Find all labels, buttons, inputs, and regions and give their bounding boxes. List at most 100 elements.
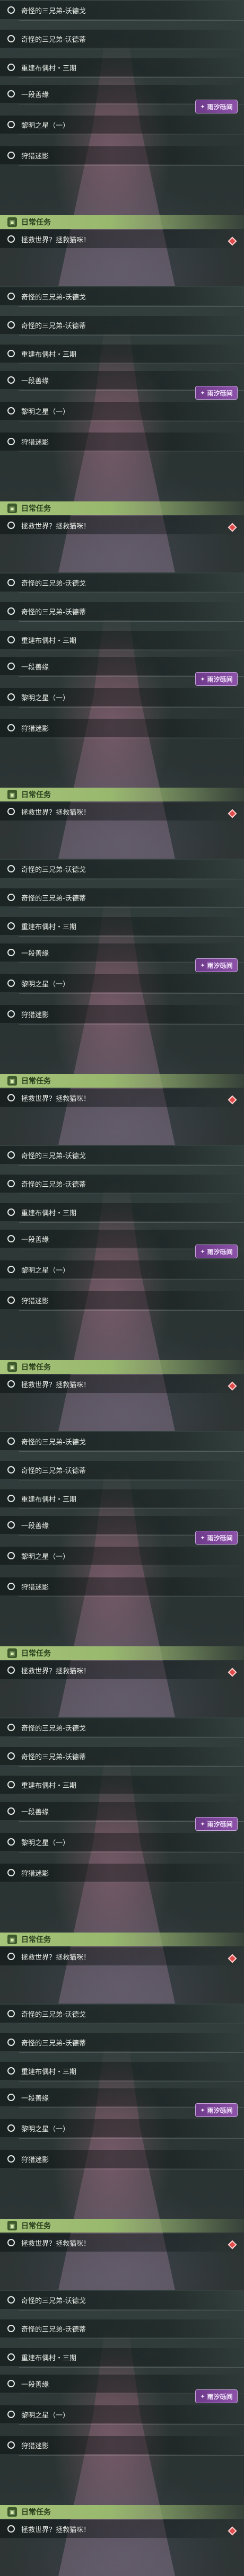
quest-label: 奇怪的三兄弟-沃德蒂 [21,2039,86,2048]
quest-item[interactable]: 奇怪的三兄弟-沃德蒂 [0,1461,244,1479]
region-tag-label: 雨汐砾间 [207,2106,233,2114]
quest-label: 奇怪的三兄弟-沃德戈 [21,1152,86,1160]
quest-item[interactable]: 狩猎迷影 [0,1005,244,1023]
circle-quest-icon [7,1666,15,1674]
quest-item[interactable]: 奇怪的三兄弟-沃德蒂 [0,30,244,48]
quest-item[interactable]: 奇怪的三兄弟-沃德蒂 [0,602,244,620]
region-tag-button[interactable]: ✦ 雨汐砾间 [195,386,238,400]
circle-quest-icon [7,64,15,71]
quest-label: 奇怪的三兄弟-沃德蒂 [21,1753,86,1761]
quest-item[interactable]: 奇怪的三兄弟-沃德戈 [0,2005,244,2023]
divider [19,2138,244,2139]
quest-block: 奇怪的三兄弟-沃德戈 奇怪的三兄弟-沃德蒂 重建布偶村・三期 一段善缘 黎明之星（一） 狩… [0,2290,244,2576]
quest-item[interactable]: 狩猎迷影 [0,1864,244,1882]
circle-quest-icon [7,1296,15,1304]
quest-item[interactable]: 奇怪的三兄弟-沃德蒂 [0,1747,244,1765]
section-title: 日常任务 [21,218,51,227]
region-tag-button[interactable]: ✦ 雨汐砾间 [195,100,238,113]
quest-item[interactable]: 奇怪的三兄弟-沃德戈 [0,1,244,19]
quest-item[interactable]: 狩猎迷影 [0,1291,244,1309]
section-title: 日常任务 [21,1363,51,1372]
daily-quest-item[interactable]: 拯救世界？拯救猫咪！ [0,2520,244,2538]
section-title: 日常任务 [21,505,51,513]
quest-item[interactable]: 狩猎迷影 [0,2150,244,2168]
quest-item[interactable]: 重建布偶村・三期 [0,1776,244,1794]
region-tag-button[interactable]: ✦ 雨汐砾间 [195,672,238,686]
divider [19,335,244,336]
region-tag-button[interactable]: ✦ 雨汐砾间 [195,1245,238,1258]
quest-label: 奇怪的三兄弟-沃德戈 [21,866,86,874]
quest-label: 黎明之星（一） [21,1266,70,1275]
quest-item[interactable]: 黎明之星（一） [0,2119,244,2137]
quest-item[interactable]: 奇怪的三兄弟-沃德戈 [0,1718,244,1736]
circle-quest-icon [7,922,15,930]
region-tag-icon: ✦ [200,2106,205,2114]
daily-quest-item[interactable]: 拯救世界？拯救猫咪！ [0,1661,244,1679]
quest-item[interactable]: 狩猎迷影 [0,2436,244,2454]
quest-item[interactable]: 黎明之星（一） [0,1260,244,1278]
circle-quest-icon [7,121,15,128]
region-tag-button[interactable]: ✦ 雨汐砾间 [195,1817,238,1831]
region-tag-button[interactable]: ✦ 雨汐砾间 [195,2389,238,2403]
circle-quest-icon [7,522,15,529]
quest-label: 狩猎迷影 [21,1297,49,1305]
daily-quest-item[interactable]: 拯救世界？拯救猫咪！ [0,230,244,248]
daily-task-header: ▣ 日常任务 [0,2505,244,2519]
circle-quest-icon [7,2155,15,2163]
quest-item[interactable]: 狩猎迷影 [0,146,244,164]
quest-item[interactable]: 奇怪的三兄弟-沃德戈 [0,287,244,305]
quest-item[interactable]: 重建布偶村・三期 [0,1489,244,1507]
region-tag-button[interactable]: ✦ 雨汐砾间 [195,958,238,972]
quest-item[interactable]: 奇怪的三兄弟-沃德蒂 [0,316,244,334]
circle-quest-icon [7,1235,15,1242]
quest-item[interactable]: 狩猎迷影 [0,1577,244,1595]
daily-task-icon: ▣ [7,2221,17,2230]
quest-item[interactable]: 奇怪的三兄弟-沃德戈 [0,574,244,592]
daily-quest-item[interactable]: 拯救世界？拯救猫咪！ [0,2234,244,2252]
quest-item[interactable]: 黎明之星（一） [0,116,244,134]
quest-item[interactable]: 奇怪的三兄弟-沃德蒂 [0,1175,244,1193]
daily-quest-item[interactable]: 拯救世界？拯救猫咪！ [0,1375,244,1393]
quest-item[interactable]: 重建布偶村・三期 [0,2062,244,2080]
divider [19,993,244,994]
quest-item[interactable]: 狩猎迷影 [0,433,244,451]
quest-item[interactable]: 黎明之星（一） [0,688,244,706]
quest-item[interactable]: 奇怪的三兄弟-沃德蒂 [0,888,244,906]
quest-block: 奇怪的三兄弟-沃德戈 奇怪的三兄弟-沃德蒂 重建布偶村・三期 一段善缘 黎明之星（一） 狩… [0,1145,244,1431]
quest-item[interactable]: 奇怪的三兄弟-沃德蒂 [0,2033,244,2051]
quest-label: 奇怪的三兄弟-沃德戈 [21,293,86,302]
quest-item[interactable]: 狩猎迷影 [0,719,244,737]
quest-item[interactable]: 黎明之星（一） [0,974,244,992]
quest-item[interactable]: 奇怪的三兄弟-沃德戈 [0,860,244,878]
region-tag-button[interactable]: ✦ 雨汐砾间 [195,1531,238,1545]
quest-item[interactable]: 重建布偶村・三期 [0,631,244,649]
quest-item[interactable]: 奇怪的三兄弟-沃德戈 [0,2291,244,2309]
daily-quest-item[interactable]: 拯救世界？拯救猫咪！ [0,516,244,534]
region-tag-label: 雨汐砾间 [207,2393,233,2401]
quest-item[interactable]: 重建布偶村・三期 [0,58,244,76]
region-tag-button[interactable]: ✦ 雨汐砾间 [195,2103,238,2117]
circle-quest-icon [7,407,15,414]
quest-label: 重建布偶村・三期 [21,637,77,645]
circle-quest-icon [7,293,15,300]
circle-quest-icon [7,2441,15,2449]
daily-quest-item[interactable]: 拯救世界？拯救猫咪！ [0,1947,244,1965]
quest-item[interactable]: 重建布偶村・三期 [0,917,244,935]
quest-item[interactable]: 奇怪的三兄弟-沃德戈 [0,1146,244,1164]
quest-label: 奇怪的三兄弟-沃德蒂 [21,1180,86,1189]
daily-quest-item[interactable]: 拯救世界？拯救猫咪！ [0,802,244,821]
quest-label: 狩猎迷影 [21,725,49,733]
quest-item[interactable]: 奇怪的三兄弟-沃德蒂 [0,2319,244,2337]
daily-quest-item[interactable]: 拯救世界？拯救猫咪！ [0,1089,244,1107]
quest-item[interactable]: 黎明之星（一） [0,2405,244,2423]
quest-item[interactable]: 黎明之星（一） [0,1547,244,1565]
quest-item[interactable]: 黎明之星（一） [0,402,244,420]
quest-item[interactable]: 重建布偶村・三期 [0,2348,244,2366]
quest-item[interactable]: 黎明之星（一） [0,1833,244,1851]
circle-quest-icon [7,1437,15,1445]
divider [19,306,244,307]
quest-item[interactable]: 奇怪的三兄弟-沃德戈 [0,1432,244,1450]
divider [19,2052,244,2053]
quest-item[interactable]: 重建布偶村・三期 [0,345,244,363]
quest-item[interactable]: 重建布偶村・三期 [0,1203,244,1221]
